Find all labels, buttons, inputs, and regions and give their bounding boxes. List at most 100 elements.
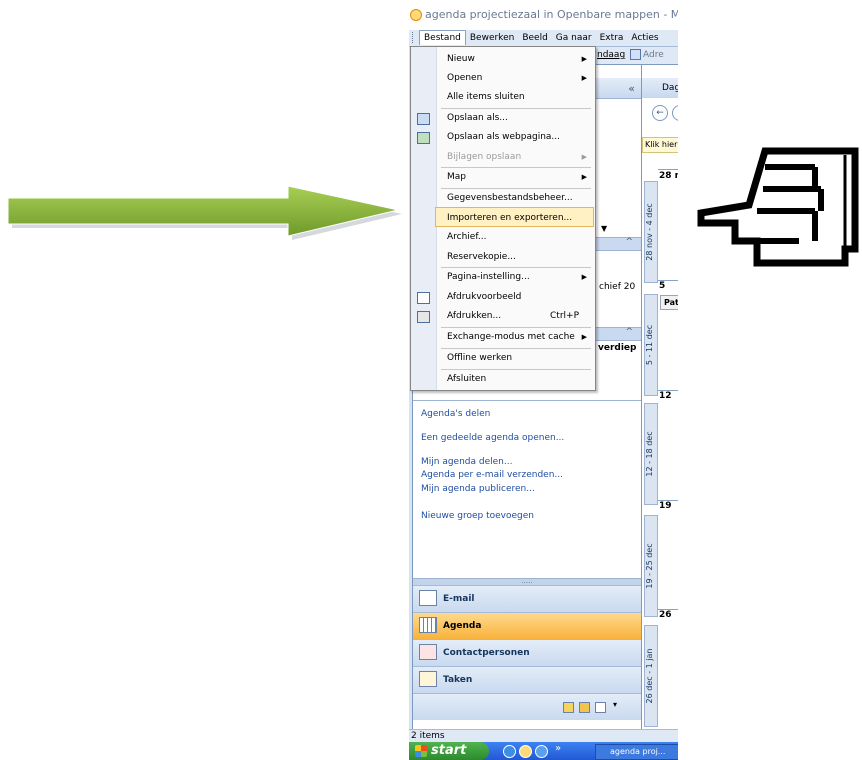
nav-fragment-chief: chief 20 [599,282,636,292]
pointing-hand-icon [697,147,859,267]
internet-explorer-icon[interactable] [503,745,516,758]
week-day-label: 5 [659,281,666,291]
vandaag-button[interactable]: ndaag [597,50,625,60]
menu-bestand[interactable]: Bestand [419,30,466,45]
menu-item-offline-werken[interactable]: Offline werken [411,348,595,368]
link-agenda-publiceren[interactable]: Mijn agenda publiceren... [421,484,535,494]
quicklaunch-chevron[interactable]: » [555,743,561,754]
menu-ga-naar[interactable]: Ga naar [552,30,596,46]
link-mijn-agenda-delen[interactable]: Mijn agenda delen... [421,457,512,467]
week-side-label[interactable]: 26 dec - 1 jan [644,625,658,727]
submenu-arrow-icon: ▶ [581,153,587,161]
window-title: agenda projectiezaal in Openbare mappen … [425,8,678,21]
chevron-up-icon[interactable]: ^ [625,327,633,337]
link-gedeelde-agenda-openen[interactable]: Een gedeelde agenda openen... [421,433,564,443]
taskbar-item-agenda[interactable]: agenda proj... [595,744,678,760]
submenu-arrow-icon: ▶ [581,55,587,63]
nav-button-agenda[interactable]: Agenda [413,612,641,639]
week-side-label[interactable]: 19 - 25 dec [644,515,658,617]
week-day-label: 19 [659,501,672,511]
status-bar: 2 items [409,729,678,743]
link-agendas-delen[interactable]: Agenda's delen [421,409,490,419]
nav-button-taken[interactable]: Taken [413,666,641,693]
chevron-up-icon[interactable]: ^ [625,237,633,247]
submenu-arrow-icon: ▶ [581,273,587,281]
nav-button-email[interactable]: E-mail [413,585,641,612]
forward-arrow-icon[interactable] [672,105,678,121]
menu-item-nieuw[interactable]: Nieuw ▶ [411,49,595,69]
shortcut-icon[interactable] [595,702,606,713]
menu-item-pagina-instelling[interactable]: Pagina-instelling... ▶ [411,267,595,287]
menu-item-importeren-exporteren[interactable]: Importeren en exporteren... [435,207,594,227]
collapse-nav-icon[interactable]: « [628,82,635,95]
week-side-label[interactable]: 5 - 11 dec [644,294,658,396]
toolbar: ndaag Adre [597,47,678,64]
task-checkmark-icon [419,670,437,687]
calendar-icon [419,616,437,633]
save-webpage-icon [417,132,430,144]
windows-flag-icon [415,745,427,757]
nav-button-label: Taken [443,675,473,685]
title-bar: agenda projectiezaal in Openbare mappen … [409,0,678,30]
menu-acties[interactable]: Acties [627,30,662,46]
contact-card-icon [419,643,437,660]
week-day-label: 26 [659,610,672,620]
menu-item-gegevensbestandsbeheer[interactable]: Gegevensbestandsbeheer... [411,188,595,208]
appointment-item[interactable]: Pat [660,295,678,310]
week-side-label[interactable]: 28 nov - 4 dec [644,181,658,283]
outlook-quicklaunch-icon[interactable] [519,745,532,758]
menu-item-afdrukken[interactable]: Afdrukken... Ctrl+P [411,306,595,326]
week-day-label: 28 no [659,171,678,181]
address-book-icon[interactable] [630,49,642,60]
nav-button-label: E-mail [443,594,475,604]
nav-button-label: Agenda [443,621,482,631]
submenu-arrow-icon: ▶ [581,74,587,82]
envelope-icon [419,589,437,606]
nav-button-contactpersonen[interactable]: Contactpersonen [413,639,641,666]
nav-pane-splitter[interactable]: ..... [413,578,641,585]
menu-item-reservekopie[interactable]: Reservekopie... [411,247,595,267]
menubar-grip-icon[interactable] [412,32,416,43]
link-agenda-per-email[interactable]: Agenda per e-mail verzenden... [421,470,563,480]
menu-item-openen[interactable]: Openen ▶ [411,68,595,88]
submenu-arrow-icon: ▶ [581,333,587,341]
address-field[interactable]: Adre [643,50,664,60]
menu-item-alle-items-sluiten[interactable]: Alle items sluiten [411,87,595,107]
shortcut-label: Ctrl+P [550,311,579,321]
link-nieuwe-groep[interactable]: Nieuwe groep toevoegen [421,511,534,521]
week-side-label[interactable]: 12 - 18 dec [644,403,658,505]
browser-quicklaunch-icon[interactable] [535,745,548,758]
start-label: start [431,743,467,758]
menu-item-archief[interactable]: Archief... [411,227,595,247]
notes-icon[interactable] [563,702,574,713]
outlook-app-icon [410,9,422,21]
menu-bar: Bestand Bewerken Beeld Ga naar Extra Acties [409,30,678,47]
folder-icon[interactable] [579,702,590,713]
menu-item-exchange-modus[interactable]: Exchange-modus met cache ▶ [411,327,595,347]
back-arrow-icon[interactable]: ← [652,105,668,121]
menu-item-map[interactable]: Map ▶ [411,167,595,187]
nav-fragment-verdiep: verdiep [598,343,637,353]
menu-item-opslaan-als[interactable]: Opslaan als... [411,108,595,128]
week-divider [658,169,678,170]
menu-item-afdrukvoorbeeld[interactable]: Afdrukvoorbeeld [411,287,595,307]
menu-beeld[interactable]: Beeld [518,30,551,46]
menu-item-opslaan-als-webpagina[interactable]: Opslaan als webpagina... [411,127,595,147]
submenu-arrow-icon: ▶ [581,173,587,181]
divider [413,400,641,401]
menu-bewerken[interactable]: Bewerken [466,30,518,46]
info-banner[interactable]: Klik hier o [642,137,678,153]
calendar-area: Dag ← Klik hier o 28 nov - 4 dec 28 no 5… [641,64,678,731]
tab-dag[interactable]: Dag [642,78,678,98]
printer-icon [417,311,430,323]
dropdown-chevron-icon[interactable]: ▼ [601,224,607,233]
taskbar: start » agenda proj... [409,742,678,760]
print-preview-icon [417,292,430,304]
nav-button-label: Contactpersonen [443,648,530,658]
menu-extra[interactable]: Extra [596,30,628,46]
menu-item-bijlagen-opslaan: Bijlagen opslaan ▶ [411,147,595,167]
configure-buttons-icon[interactable]: ▾ [613,700,617,709]
file-menu: Nieuw ▶ Openen ▶ Alle items sluiten Opslaa… [410,46,596,391]
week-day-label: 12 [659,391,672,401]
menu-item-afsluiten[interactable]: Afsluiten [411,369,595,389]
